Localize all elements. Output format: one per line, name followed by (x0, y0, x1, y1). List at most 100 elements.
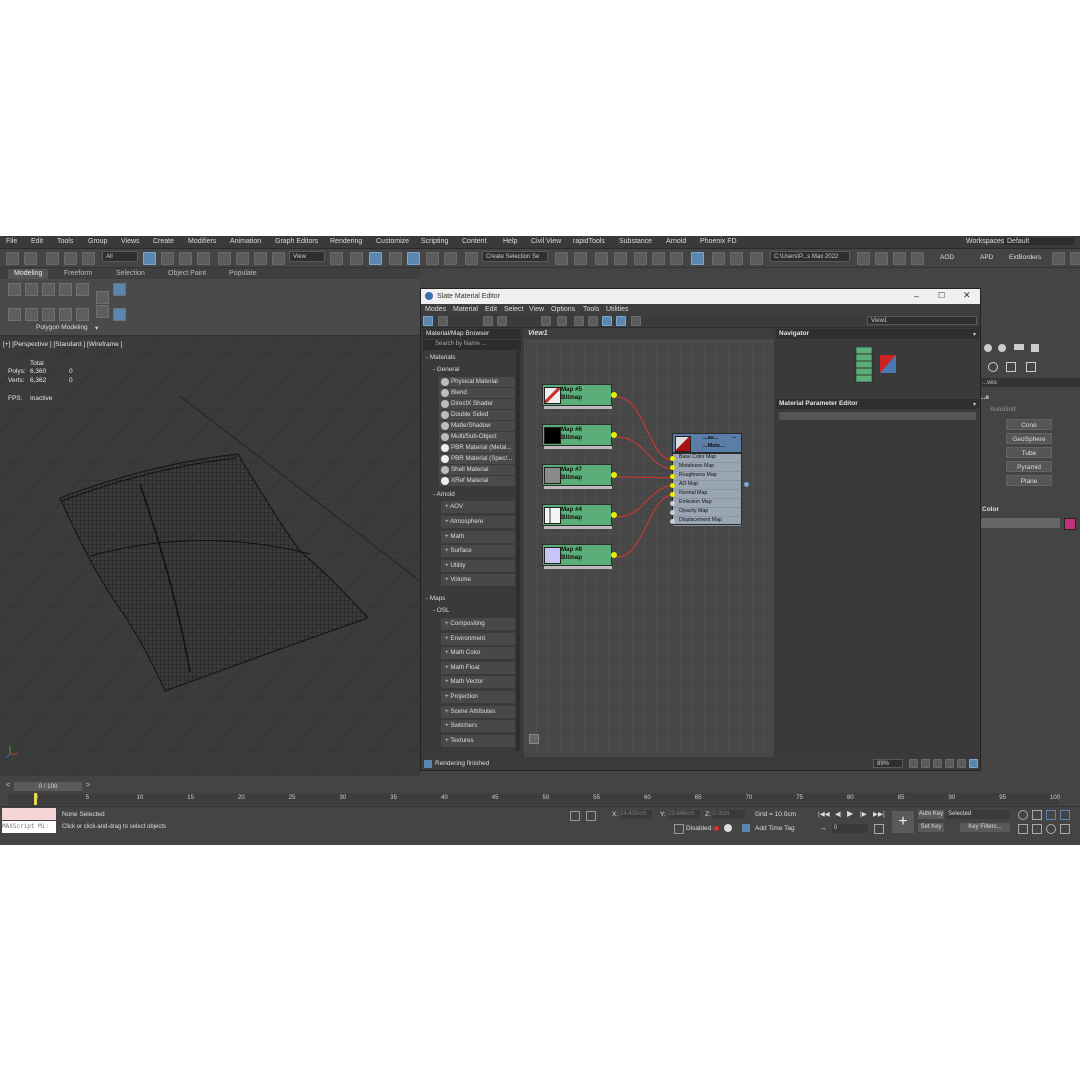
snaps-toggle-icon[interactable] (389, 252, 402, 265)
material-shell[interactable]: Shell Material (439, 465, 515, 475)
redo-icon[interactable] (24, 252, 37, 265)
menu-create[interactable]: Create (153, 238, 174, 245)
menu-scripting[interactable]: Scripting (421, 238, 448, 245)
tube-button[interactable]: Tube (1006, 447, 1052, 458)
slot-emission[interactable]: Emission Map (670, 499, 741, 508)
key-mode-icon[interactable]: ↔ (820, 825, 827, 832)
project-folder-dropdown[interactable]: C:\Users\P...s Max 2022 (770, 251, 850, 262)
key-selection-dropdown[interactable]: Selected (946, 810, 1010, 819)
key-filters-button[interactable]: Key Filters... (960, 823, 1010, 832)
menu-file[interactable]: File (6, 238, 17, 245)
scene-explorer-icon[interactable] (595, 252, 608, 265)
geosphere-button[interactable]: GeoSphere (1006, 433, 1052, 444)
x-coordinate-field[interactable]: 24.405cm (620, 810, 652, 819)
arnold-utility[interactable]: + Utility (441, 560, 515, 572)
arnold-header[interactable]: - Arnold (433, 491, 455, 498)
frame-display[interactable]: 0 / 100 (14, 782, 82, 791)
edge-mode-icon[interactable] (25, 283, 38, 296)
menu-content[interactable]: Content (462, 238, 487, 245)
vertex-mode-icon[interactable] (8, 283, 21, 296)
next-frame-icon[interactable]: > (86, 782, 90, 789)
collapse-stack-icon[interactable] (42, 308, 55, 321)
plane-button[interactable]: Plane (1006, 475, 1052, 486)
material-editor-icon[interactable] (691, 252, 704, 265)
aod-label[interactable]: AOD (940, 254, 954, 261)
sme-menu-edit[interactable]: Edit (485, 306, 497, 313)
motion-icon[interactable] (998, 344, 1006, 352)
helper-icon[interactable] (1006, 362, 1016, 372)
edit-poly-icon[interactable] (25, 308, 38, 321)
pbr-output-port[interactable] (744, 482, 749, 487)
select-tool-icon[interactable] (423, 316, 433, 326)
param-editor-menu-icon[interactable]: ▾ (973, 401, 976, 408)
browser-scrollbar[interactable] (516, 351, 520, 751)
rendered-frame-window-icon[interactable] (730, 252, 743, 265)
pan-to-selected-icon[interactable] (969, 759, 978, 768)
zoom-viewport-icon[interactable] (1018, 810, 1028, 820)
tab-modeling[interactable]: Modeling (8, 269, 49, 279)
zoom-all-icon[interactable] (1032, 810, 1042, 820)
toggle-ribbon-icon[interactable] (634, 252, 647, 265)
pivot-icon[interactable] (330, 252, 343, 265)
delete-selected-icon[interactable] (497, 316, 507, 326)
menu-views[interactable]: Views (121, 238, 140, 245)
layout-children-icon[interactable] (588, 316, 598, 326)
element-mode-icon[interactable] (76, 283, 89, 296)
hierarchy-icon[interactable] (1014, 344, 1024, 350)
zoom-icon[interactable] (921, 759, 930, 768)
placement-icon[interactable] (272, 252, 285, 265)
toggle-command-panel-icon[interactable] (59, 308, 72, 321)
maximize-viewport-icon[interactable] (1060, 824, 1070, 834)
menu-rendering[interactable]: Rendering (330, 238, 362, 245)
map5-output-port[interactable] (611, 392, 617, 398)
set-key-button[interactable]: + (892, 811, 914, 833)
modify-mode-icon[interactable] (8, 308, 21, 321)
zoom-extents-selected-icon[interactable] (957, 759, 966, 768)
record-indicator-icon[interactable] (714, 826, 719, 831)
orbit-icon[interactable] (1046, 824, 1056, 834)
bitmap-node-map7[interactable]: Map #7 Bitmap (542, 464, 617, 490)
show-map-in-viewport-icon[interactable] (541, 316, 551, 326)
arnold-surface[interactable]: + Surface (441, 545, 515, 557)
time-slider[interactable]: < 0 / 100 > 0 5 10 15 20 25 30 35 40 45 50 55 60 65 70… (0, 780, 1080, 806)
menu-modifiers[interactable]: Modifiers (188, 238, 216, 245)
object-color-swatch[interactable] (1064, 518, 1076, 530)
toolbar-extra-icon[interactable] (1052, 252, 1065, 265)
pan-hand-icon[interactable] (529, 734, 539, 744)
navigator-menu-icon[interactable]: ▾ (973, 331, 976, 338)
add-time-tag-icon[interactable] (742, 824, 750, 832)
zoom-extents-icon[interactable] (945, 759, 954, 768)
sme-menu-options[interactable]: Options (551, 306, 575, 313)
map8-output-port[interactable] (611, 552, 617, 558)
arnold-volume[interactable]: + Volume (441, 574, 515, 586)
selection-filter-dropdown[interactable]: All (102, 251, 138, 262)
osl-textures[interactable]: + Textures (441, 735, 515, 747)
preserve-uvs-icon[interactable] (113, 283, 126, 296)
menu-rapidtools[interactable]: rapidTools (573, 238, 605, 245)
materials-header[interactable]: - Materials (426, 354, 455, 361)
arnold-aov[interactable]: + AOV (441, 501, 515, 513)
current-frame-field[interactable]: 0 (832, 824, 868, 833)
material-blend[interactable]: Blend (439, 388, 515, 398)
slot-displacement[interactable]: Displacement Map (670, 517, 741, 526)
add-time-tag-label[interactable]: Add Time Tag (755, 825, 795, 832)
pick-material-icon[interactable] (438, 316, 448, 326)
material-xref[interactable]: XRef Material (439, 476, 515, 486)
material-physical[interactable]: Physical Material (439, 377, 515, 387)
chevron-down-icon[interactable]: ▾ (95, 324, 98, 332)
material-multi-sub[interactable]: Multi/Sub-Object (439, 432, 515, 442)
menu-animation[interactable]: Animation (230, 238, 261, 245)
material-map-browser-toggle-icon[interactable] (602, 316, 612, 326)
navigator-minimap[interactable] (854, 347, 904, 387)
cone-button[interactable]: Cone (1006, 419, 1052, 430)
zoom-region-icon[interactable] (933, 759, 942, 768)
next-level-icon[interactable] (96, 305, 109, 318)
create-project-icon[interactable] (875, 252, 888, 265)
y-coordinate-field[interactable]: 23.648cm (668, 810, 700, 819)
osl-math-color[interactable]: + Math Color (441, 647, 515, 659)
named-selection-set-dropdown[interactable]: Create Selection Se (482, 251, 548, 262)
slot-base-color[interactable]: Base Color Map (670, 454, 741, 463)
utilities-icon[interactable] (1031, 344, 1039, 352)
sme-menu-tools[interactable]: Tools (583, 306, 599, 313)
rectangular-selection-icon[interactable] (179, 252, 192, 265)
